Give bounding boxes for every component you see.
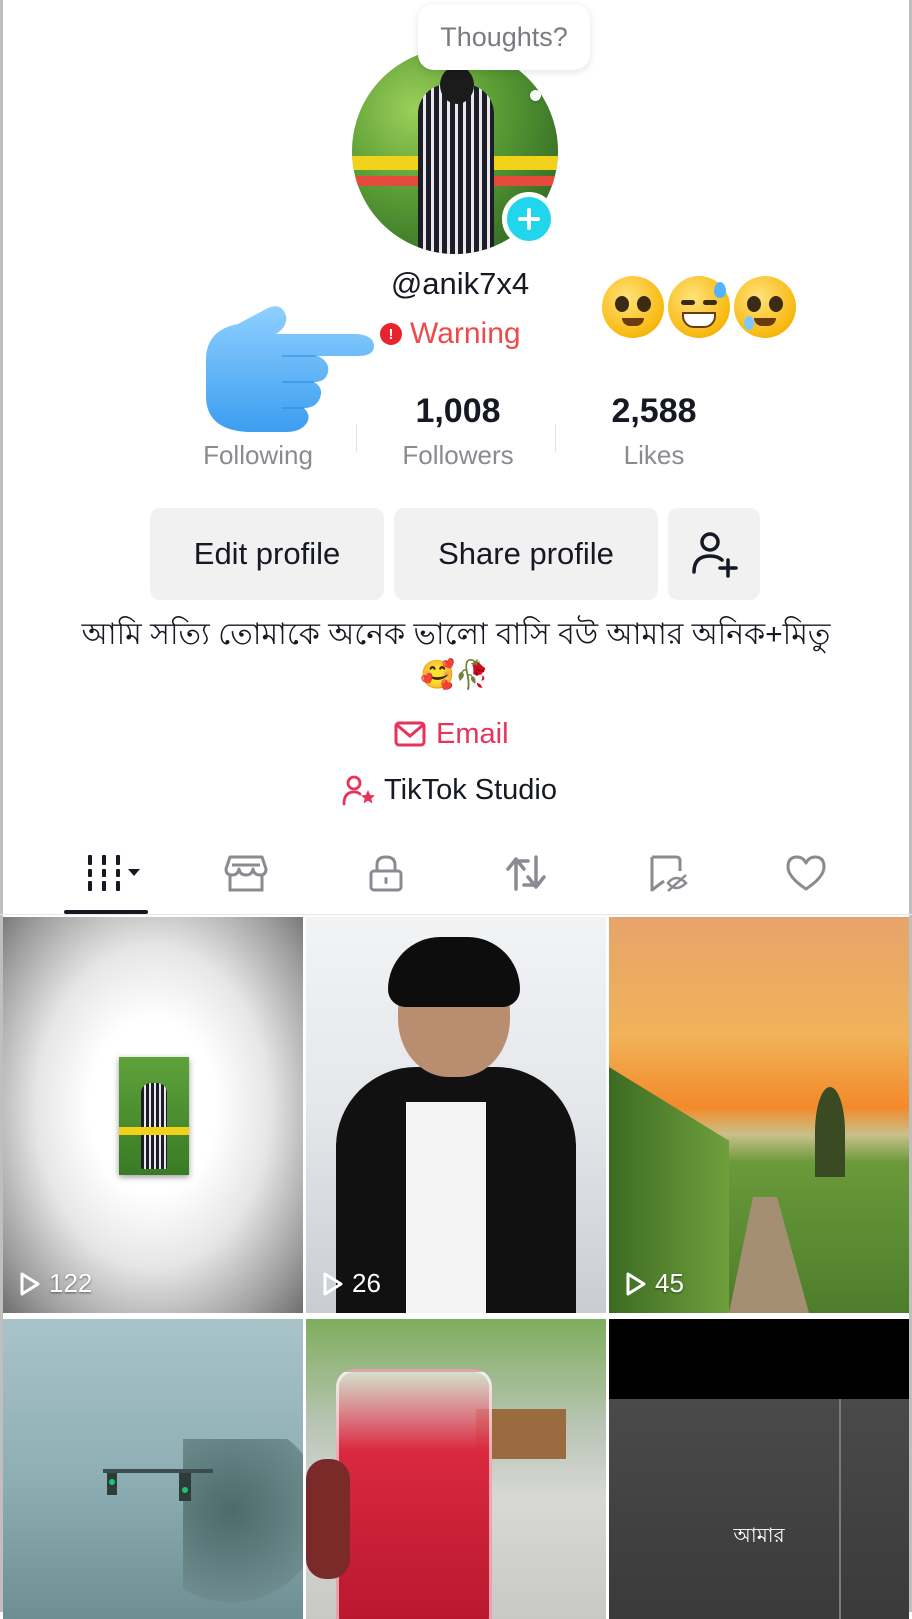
video-thumbnail[interactable]: 45 bbox=[609, 917, 909, 1313]
profile-tabs bbox=[0, 848, 912, 916]
likes-label: Likes bbox=[623, 440, 685, 470]
profile-avatar[interactable] bbox=[352, 48, 558, 254]
stat-likes[interactable]: 2,588 Likes bbox=[584, 392, 724, 471]
pleading-face-emoji bbox=[602, 276, 664, 338]
video-thumbnail[interactable] bbox=[306, 1319, 606, 1619]
shop-icon bbox=[224, 855, 268, 892]
add-person-icon bbox=[692, 532, 738, 578]
username: @anik7x4 bbox=[390, 266, 530, 301]
profile-bio: আমি সত্যি তোমাকে অনেক ভালো বাসি বউ আমার … bbox=[81, 618, 831, 651]
thoughts-bubble[interactable]: Thoughts? bbox=[418, 4, 590, 70]
stats-divider bbox=[356, 424, 357, 452]
studio-label: TikTok Studio bbox=[384, 773, 557, 806]
repost-icon bbox=[506, 855, 546, 891]
warning-label: Warning bbox=[410, 317, 521, 350]
video-thumbnail[interactable]: 26 bbox=[306, 917, 606, 1313]
video-thumbnail[interactable] bbox=[3, 1319, 303, 1619]
lock-icon bbox=[369, 855, 403, 892]
email-link[interactable]: Email bbox=[394, 714, 509, 754]
view-count: 45 bbox=[625, 1268, 684, 1299]
video-overlay-text: আমার bbox=[733, 1525, 785, 1547]
following-count bbox=[188, 392, 328, 436]
play-icon bbox=[626, 1272, 646, 1295]
tab-liked[interactable] bbox=[776, 848, 836, 898]
share-profile-button[interactable]: Share profile bbox=[394, 508, 658, 600]
video-thumbnail[interactable]: আমার bbox=[609, 1319, 909, 1619]
holding-back-tears-emoji bbox=[734, 276, 796, 338]
email-label: Email bbox=[436, 717, 509, 750]
thumbnail-photo bbox=[119, 1057, 189, 1175]
followers-label: Followers bbox=[402, 440, 514, 470]
videos-grid-icon bbox=[88, 855, 140, 891]
tab-favorites[interactable] bbox=[638, 848, 698, 898]
favorites-icon bbox=[650, 855, 688, 892]
tab-private[interactable] bbox=[356, 848, 416, 898]
tiktok-studio-link[interactable]: TikTok Studio bbox=[342, 770, 557, 810]
creator-star-icon bbox=[342, 775, 375, 806]
liked-heart-icon bbox=[786, 855, 826, 891]
add-story-button[interactable] bbox=[502, 192, 556, 246]
following-label: Following bbox=[203, 440, 313, 470]
tab-reposts[interactable] bbox=[496, 848, 556, 898]
add-friends-button[interactable] bbox=[668, 508, 760, 600]
thoughts-bubble-tail bbox=[530, 90, 541, 101]
thoughts-placeholder: Thoughts? bbox=[440, 21, 568, 52]
warning-icon: ! bbox=[380, 323, 402, 345]
view-count: 122 bbox=[19, 1268, 92, 1299]
play-icon bbox=[323, 1272, 343, 1295]
play-icon bbox=[20, 1272, 40, 1295]
mail-icon bbox=[394, 721, 426, 747]
bio-emojis: 🥰🥀 bbox=[420, 659, 490, 690]
account-warning[interactable]: ! Warning bbox=[380, 314, 521, 354]
tab-shop[interactable] bbox=[216, 848, 276, 898]
likes-count: 2,588 bbox=[611, 392, 697, 430]
stats-divider bbox=[555, 424, 556, 452]
stat-followers[interactable]: 1,008 Followers bbox=[384, 392, 532, 471]
tabs-divider bbox=[0, 914, 912, 915]
stat-following[interactable]: Following bbox=[188, 392, 328, 471]
plus-icon bbox=[518, 208, 540, 230]
video-thumbnail[interactable]: 122 bbox=[3, 917, 303, 1313]
view-count: 26 bbox=[322, 1268, 381, 1299]
tab-videos[interactable] bbox=[80, 848, 150, 898]
edit-profile-button[interactable]: Edit profile bbox=[150, 508, 384, 600]
followers-count: 1,008 bbox=[415, 392, 501, 430]
grinning-sweat-emoji bbox=[668, 276, 730, 338]
